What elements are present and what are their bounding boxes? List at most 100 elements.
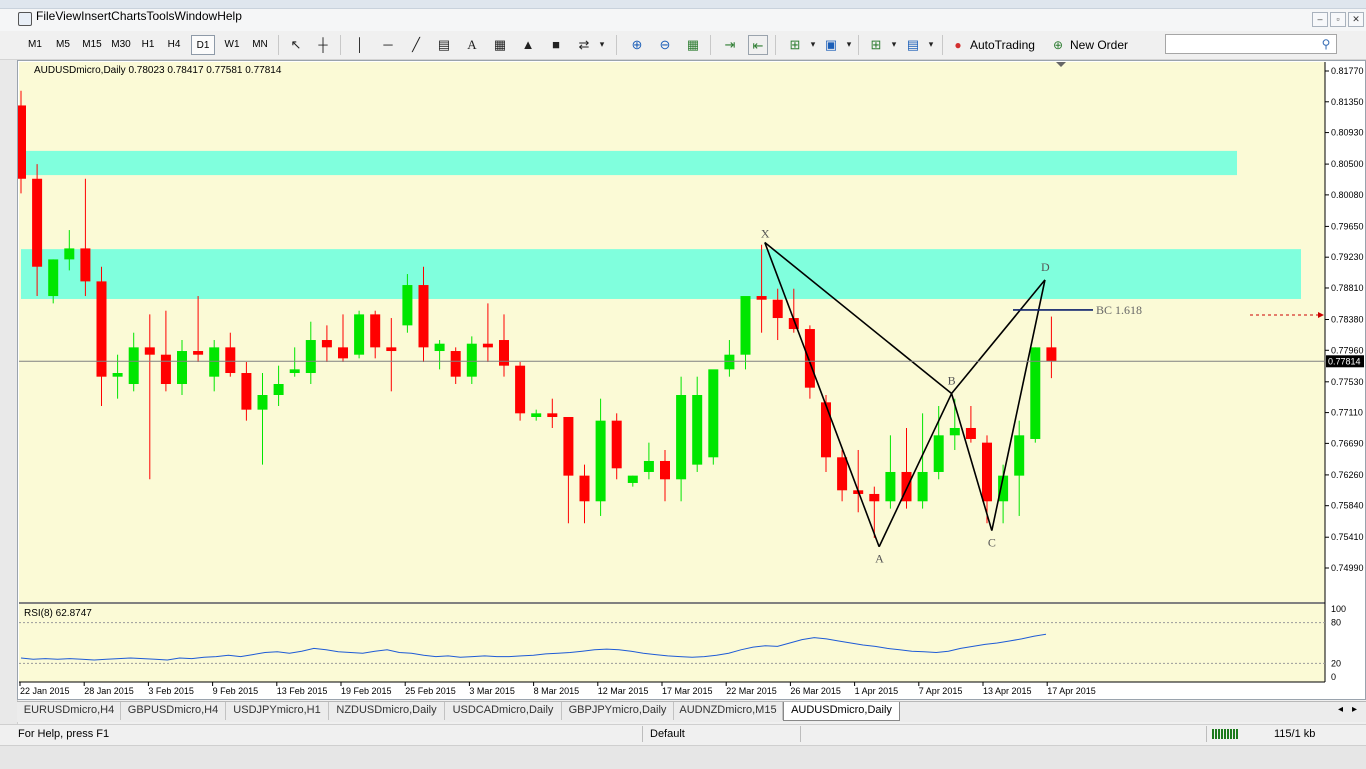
cursor-icon[interactable]: ↖ bbox=[286, 35, 306, 55]
chart-window[interactable]: X A B C D BC 1.618 0.81770 0.81350 0.80930 0.805… bbox=[17, 60, 1366, 700]
candle-body bbox=[804, 329, 815, 388]
date-label: 7 Apr 2015 bbox=[919, 686, 963, 696]
price-pane[interactable] bbox=[19, 62, 1325, 602]
rsi-pane[interactable] bbox=[19, 604, 1325, 682]
horizontal-line-icon[interactable]: ─ bbox=[378, 35, 398, 55]
tile-windows-icon[interactable]: ▦ bbox=[683, 35, 703, 55]
date-label: 13 Apr 2015 bbox=[983, 686, 1032, 696]
price-tick-label: 0.79230 bbox=[1331, 252, 1364, 262]
app-icon[interactable] bbox=[18, 12, 32, 26]
date-label: 17 Mar 2015 bbox=[662, 686, 713, 696]
date-label: 3 Mar 2015 bbox=[469, 686, 515, 696]
date-label: 13 Feb 2015 bbox=[277, 686, 328, 696]
timeframe-w1[interactable]: W1 bbox=[219, 35, 245, 55]
trendline-icon[interactable]: ╱ bbox=[406, 35, 426, 55]
menu-window[interactable]: Window bbox=[175, 9, 218, 23]
search-input[interactable] bbox=[1165, 34, 1337, 54]
rsi-tick-label: 20 bbox=[1331, 658, 1341, 668]
chart-tab[interactable]: AUDUSDmicro,Daily bbox=[783, 702, 900, 721]
chart-tab[interactable]: GBPJPYmicro,Daily bbox=[562, 702, 674, 720]
vertical-line-icon[interactable]: │ bbox=[350, 35, 370, 55]
menu-tools[interactable]: Tools bbox=[147, 9, 175, 23]
crosshair-icon[interactable]: ┼ bbox=[313, 35, 333, 55]
chart-tab[interactable]: GBPUSDmicro,H4 bbox=[121, 702, 226, 720]
rsi-tick-label: 80 bbox=[1331, 618, 1341, 628]
connection-bars-icon[interactable] bbox=[1212, 729, 1238, 739]
profiles-icon[interactable]: ▤ bbox=[903, 35, 923, 55]
toolbar-separator bbox=[710, 35, 711, 55]
desktop-strip bbox=[0, 745, 1366, 769]
chart-canvas[interactable]: X A B C D BC 1.618 0.81770 0.81350 0.80930 0.805… bbox=[18, 61, 1365, 699]
zoom-out-icon[interactable]: ⊖ bbox=[655, 35, 675, 55]
price-tick-label: 0.76260 bbox=[1331, 470, 1364, 480]
candle-body bbox=[676, 395, 687, 480]
chart-tab[interactable]: USDJPYmicro,H1 bbox=[226, 702, 329, 720]
candle-body bbox=[611, 420, 622, 469]
candle-body bbox=[305, 340, 316, 374]
date-label: 1 Apr 2015 bbox=[855, 686, 899, 696]
rectangle-icon[interactable]: ■ bbox=[546, 35, 566, 55]
status-separator bbox=[1206, 726, 1207, 742]
triangle-icon[interactable]: ▲ bbox=[518, 35, 538, 55]
menu-view[interactable]: View bbox=[55, 9, 81, 23]
timeframe-d1[interactable]: D1 bbox=[191, 35, 215, 55]
candle-body bbox=[160, 354, 171, 385]
chevron-down-icon[interactable]: ▾ bbox=[803, 35, 823, 55]
autotrading-label: AutoTrading bbox=[970, 38, 1035, 52]
candle-body bbox=[80, 248, 91, 282]
chart-tab[interactable]: EURUSDmicro,H4 bbox=[18, 702, 121, 720]
channel-icon[interactable]: ▤ bbox=[434, 35, 454, 55]
restore-button[interactable]: ▫ bbox=[1330, 12, 1346, 27]
chevron-down-icon[interactable]: ▾ bbox=[884, 35, 904, 55]
menu-help[interactable]: Help bbox=[217, 9, 242, 23]
status-profile[interactable]: Default bbox=[650, 727, 685, 741]
autoscroll-icon[interactable]: ⇤ bbox=[748, 35, 768, 55]
timeframe-mn[interactable]: MN bbox=[247, 35, 273, 55]
chevron-down-icon[interactable]: ▾ bbox=[592, 35, 612, 55]
chart-tab[interactable]: USDCADmicro,Daily bbox=[445, 702, 562, 720]
close-button[interactable]: ✕ bbox=[1348, 12, 1364, 27]
rsi-tick-label: 0 bbox=[1331, 672, 1336, 682]
timeframe-h4[interactable]: H4 bbox=[163, 35, 185, 55]
candle-body bbox=[370, 314, 381, 348]
tab-scroll-right-icon[interactable]: ▸ bbox=[1352, 704, 1357, 715]
text-tool-icon[interactable]: A bbox=[462, 35, 482, 55]
price-tick-label: 0.80930 bbox=[1331, 128, 1364, 138]
menu-file[interactable]: File bbox=[36, 9, 55, 23]
title-bar bbox=[0, 0, 1366, 9]
chart-tab[interactable]: NZDUSDmicro,Daily bbox=[329, 702, 445, 720]
resistance-zone bbox=[21, 150, 1237, 176]
chevron-down-icon[interactable]: ▾ bbox=[839, 35, 859, 55]
fibonacci-icon[interactable]: ▦ bbox=[490, 35, 510, 55]
templates-icon[interactable]: ▣ bbox=[821, 35, 841, 55]
chevron-down-icon[interactable]: ▾ bbox=[921, 35, 941, 55]
timeframe-m5[interactable]: M5 bbox=[50, 35, 76, 55]
menu-charts[interactable]: Charts bbox=[111, 9, 146, 23]
zoom-in-icon[interactable]: ⊕ bbox=[627, 35, 647, 55]
arrows-icon[interactable]: ⇄ bbox=[574, 35, 594, 55]
menu-insert[interactable]: Insert bbox=[81, 9, 111, 23]
chart-shift-icon[interactable]: ⇥ bbox=[720, 35, 740, 55]
tab-scroll-left-icon[interactable]: ◂ bbox=[1338, 704, 1343, 715]
minimize-button[interactable]: – bbox=[1312, 12, 1328, 27]
timeframe-m30[interactable]: M30 bbox=[107, 35, 135, 55]
candle-body bbox=[547, 413, 558, 417]
new-chart-icon[interactable]: ⊞ bbox=[866, 35, 886, 55]
indicators-icon[interactable]: ⊞ bbox=[785, 35, 805, 55]
new-order-button[interactable]: ⊕ New Order bbox=[1048, 35, 1138, 55]
autotrading-button[interactable]: ● AutoTrading bbox=[948, 35, 1043, 55]
timeframe-h1[interactable]: H1 bbox=[137, 35, 159, 55]
timeframe-m1[interactable]: M1 bbox=[22, 35, 48, 55]
search-icon[interactable]: ⚲ bbox=[1318, 35, 1334, 53]
candle-body bbox=[627, 475, 638, 483]
chart-tab[interactable]: AUDNZDmicro,M15 bbox=[674, 702, 783, 720]
autotrading-icon: ● bbox=[954, 38, 962, 52]
price-tick-label: 0.76690 bbox=[1331, 438, 1364, 448]
toolbar-separator bbox=[858, 35, 859, 55]
candle-body bbox=[354, 314, 365, 355]
toolbar-separator bbox=[278, 35, 279, 55]
candle-body bbox=[660, 460, 670, 480]
date-label: 22 Mar 2015 bbox=[726, 686, 777, 696]
timeframe-m15[interactable]: M15 bbox=[78, 35, 106, 55]
candle-body bbox=[466, 343, 477, 377]
